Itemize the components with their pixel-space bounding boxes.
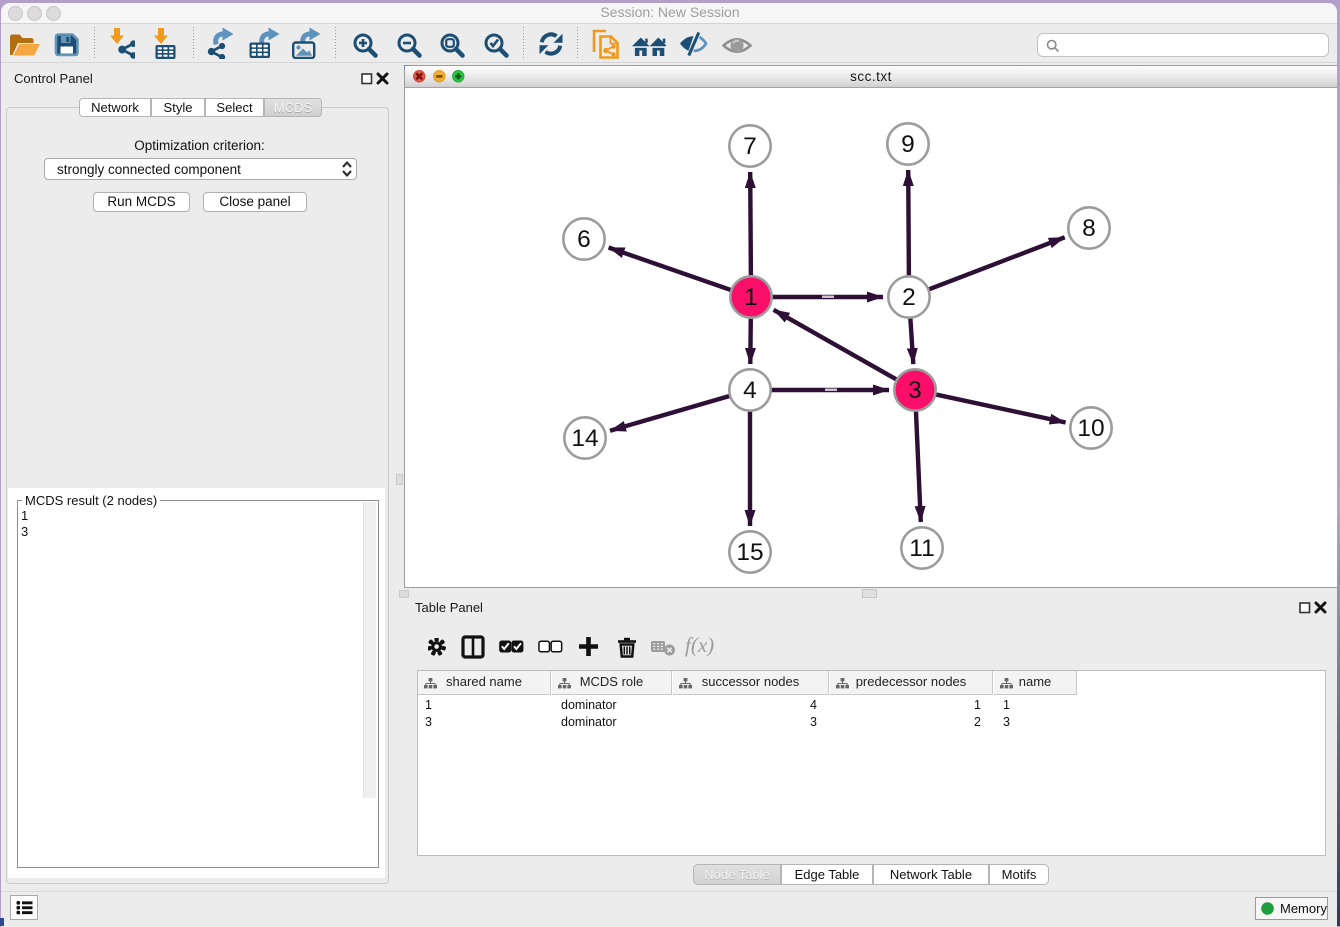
svg-text:6: 6	[577, 226, 591, 253]
svg-text:4: 4	[743, 377, 757, 404]
svg-text:2: 2	[902, 284, 916, 311]
svg-text:14: 14	[571, 425, 598, 452]
svg-text:1: 1	[744, 284, 758, 311]
svg-text:7: 7	[743, 133, 757, 160]
svg-text:10: 10	[1077, 415, 1104, 442]
svg-text:9: 9	[901, 131, 915, 158]
svg-text:3: 3	[908, 377, 922, 404]
svg-text:8: 8	[1082, 215, 1096, 242]
svg-text:15: 15	[736, 539, 763, 566]
svg-text:11: 11	[909, 535, 934, 562]
